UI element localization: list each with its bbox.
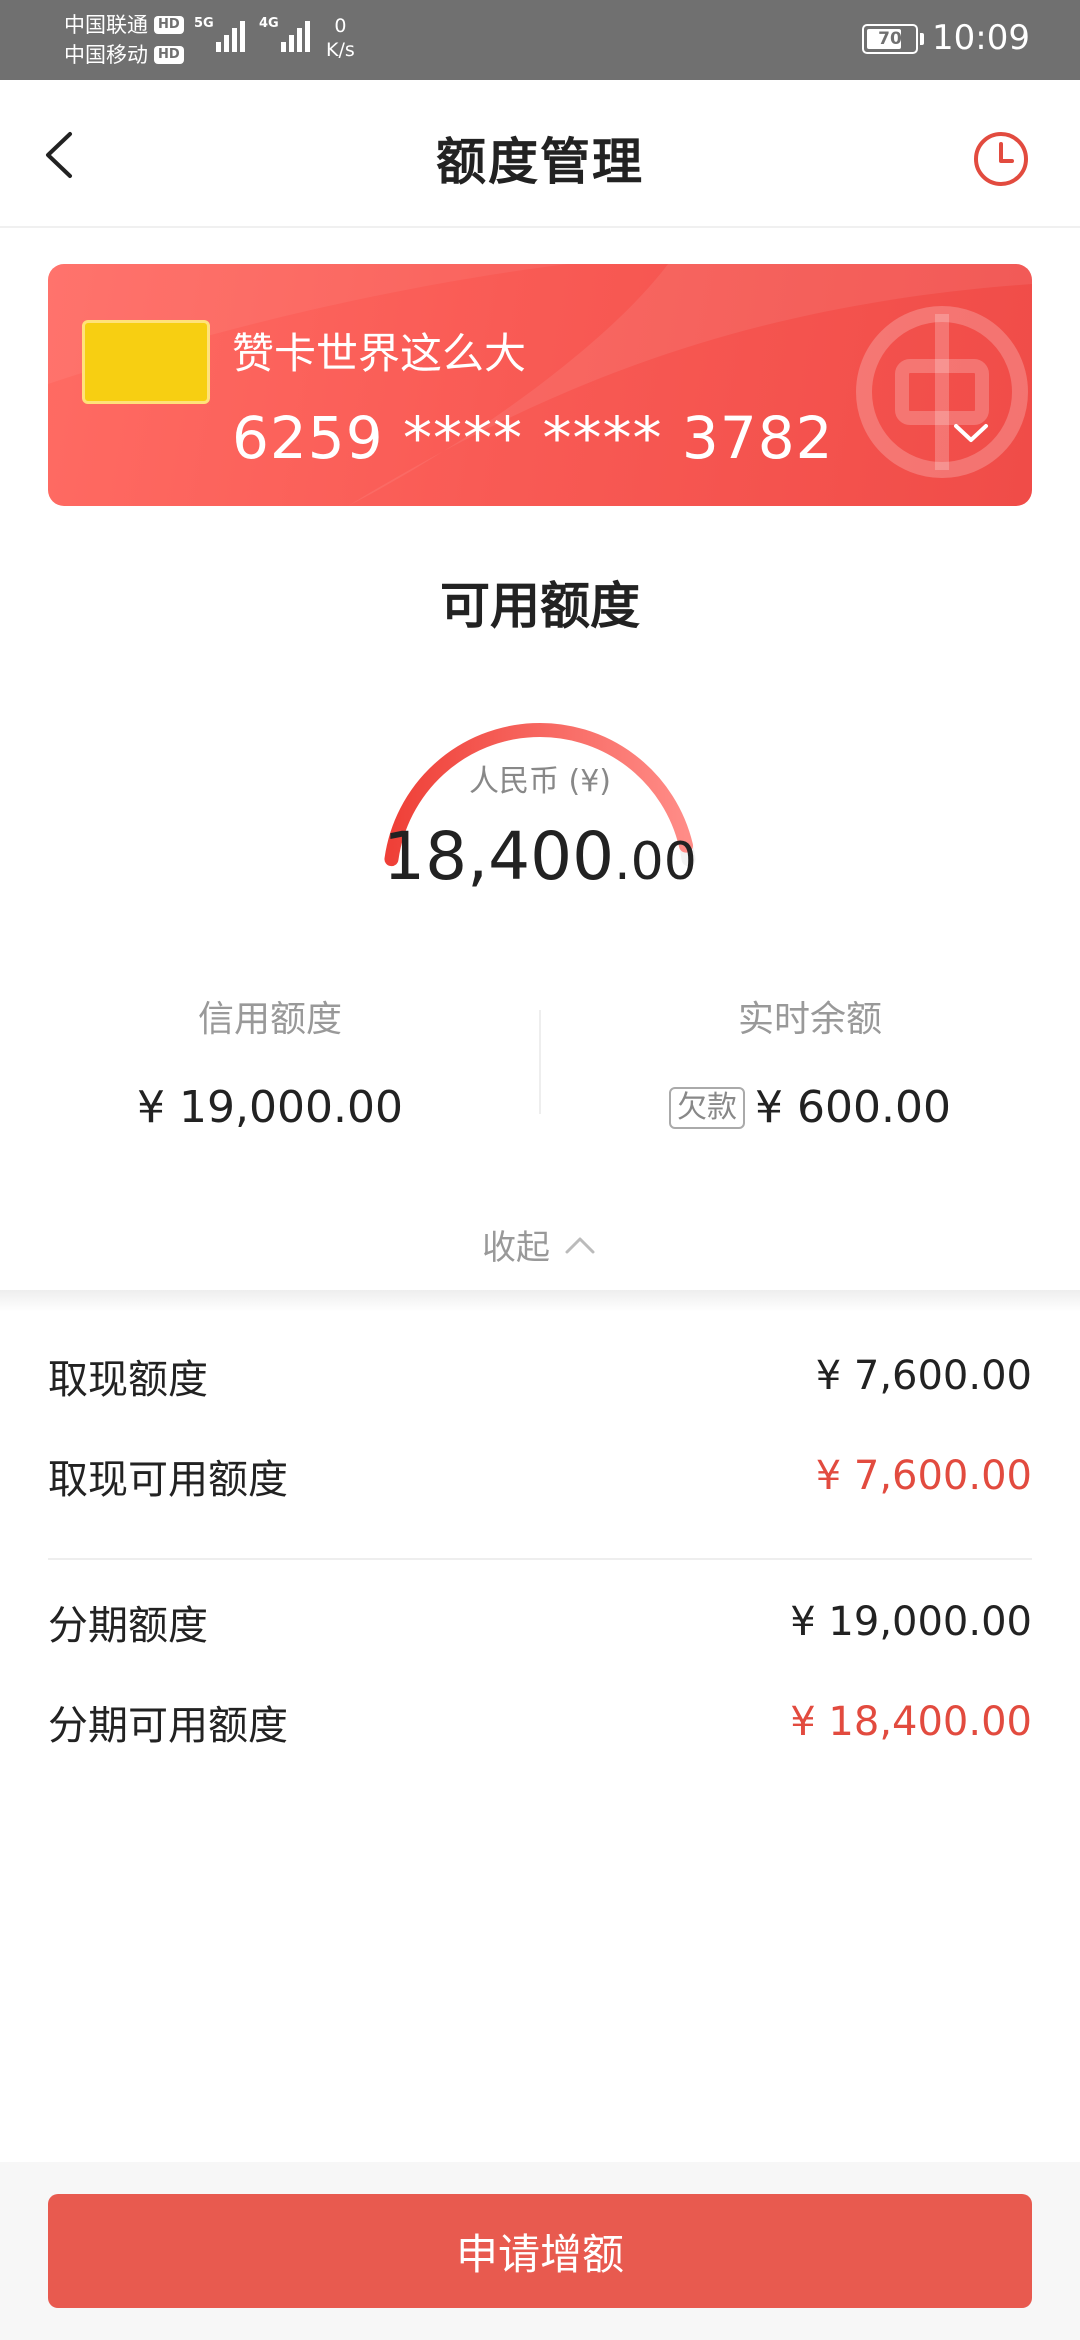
installment-available-row: 分期可用额度 ¥ 18,400.00 — [48, 1692, 1032, 1752]
cash-limit-row: 取现额度 ¥ 7,600.00 — [48, 1346, 1032, 1406]
installment-limit-value: ¥ 19,000.00 — [790, 1599, 1032, 1645]
card-number: 6259 **** **** 3782 — [232, 404, 834, 472]
available-amount-int: 18,400 — [383, 818, 615, 895]
cash-limit-value: ¥ 7,600.00 — [815, 1353, 1032, 1399]
card-switch-dropdown[interactable] — [946, 414, 996, 454]
credit-limit-label: 信用额度 — [197, 999, 342, 1040]
balance-value: ¥ 600.00 — [755, 1082, 951, 1133]
credit-limit-value: ¥ 19,000.00 — [137, 1082, 403, 1133]
carrier-info: 中国联通 HD 中国移动 HD — [64, 10, 184, 70]
clock-icon — [974, 132, 1028, 186]
cash-available-row: 取现可用额度 ¥ 7,600.00 — [48, 1446, 1032, 1506]
speed-value: 0 — [334, 15, 347, 37]
currency-label: 人民币 (¥) — [468, 764, 612, 799]
hd-badge-1: HD — [154, 16, 184, 34]
owe-badge: 欠款 — [669, 1086, 746, 1129]
credit-card-banner[interactable]: 赞卡世界这么大 6259 **** **** 3782 — [48, 264, 1032, 506]
section-separator — [0, 1290, 1080, 1312]
balance-label: 实时余额 — [737, 999, 882, 1040]
carrier-2-label: 中国移动 — [64, 43, 148, 67]
hd-badge-2: HD — [154, 46, 184, 64]
collapse-label: 收起 — [482, 1228, 550, 1268]
page-title: 额度管理 — [436, 133, 644, 191]
cash-available-label: 取现可用额度 — [48, 1457, 288, 1503]
installment-limit-label: 分期额度 — [48, 1603, 208, 1649]
app-header: 额度管理 — [0, 80, 1080, 228]
status-time: 10:09 — [932, 18, 1030, 58]
available-amount-dec: .00 — [614, 832, 697, 892]
carrier-1-label: 中国联通 — [64, 13, 148, 37]
net-type-5g: 5G — [194, 16, 214, 31]
collapse-toggle[interactable]: 收起 — [0, 1220, 1080, 1269]
bank-logo-watermark — [856, 306, 1028, 478]
cash-available-value: ¥ 7,600.00 — [815, 1453, 1032, 1499]
cash-limit-label: 取现额度 — [48, 1357, 208, 1403]
battery-icon: 70 — [862, 24, 924, 54]
battery-level: 70 — [878, 29, 902, 49]
card-name: 赞卡世界这么大 — [232, 329, 527, 378]
signal-5g-icon: 5G — [194, 16, 245, 52]
history-button[interactable] — [966, 124, 1036, 194]
available-credit-title: 可用额度 — [440, 577, 640, 635]
net-type-4g: 4G — [259, 16, 279, 31]
installment-available-label: 分期可用额度 — [48, 1703, 288, 1749]
signal-indicators: 5G 4G — [194, 16, 310, 52]
chevron-up-icon — [565, 1237, 595, 1253]
chevron-down-icon — [954, 424, 988, 442]
details-divider — [48, 1558, 1032, 1560]
apply-increase-button[interactable]: 申请增额 — [48, 2194, 1032, 2308]
installment-available-value: ¥ 18,400.00 — [790, 1699, 1032, 1745]
available-amount: 18,400.00 — [0, 818, 1080, 895]
installment-limit-row: 分期额度 ¥ 19,000.00 — [48, 1592, 1032, 1652]
speed-unit: K/s — [326, 39, 355, 61]
signal-4g-icon: 4G — [259, 16, 310, 52]
balance-column: 实时余额 欠款 ¥ 600.00 — [540, 990, 1080, 1133]
card-image — [82, 320, 210, 404]
network-speed: 0 K/s — [326, 14, 355, 62]
credit-limit-column: 信用额度 ¥ 19,000.00 — [0, 990, 540, 1133]
status-bar: 中国联通 HD 中国移动 HD 5G 4G 0 K/s 70 10:09 — [0, 0, 1080, 80]
